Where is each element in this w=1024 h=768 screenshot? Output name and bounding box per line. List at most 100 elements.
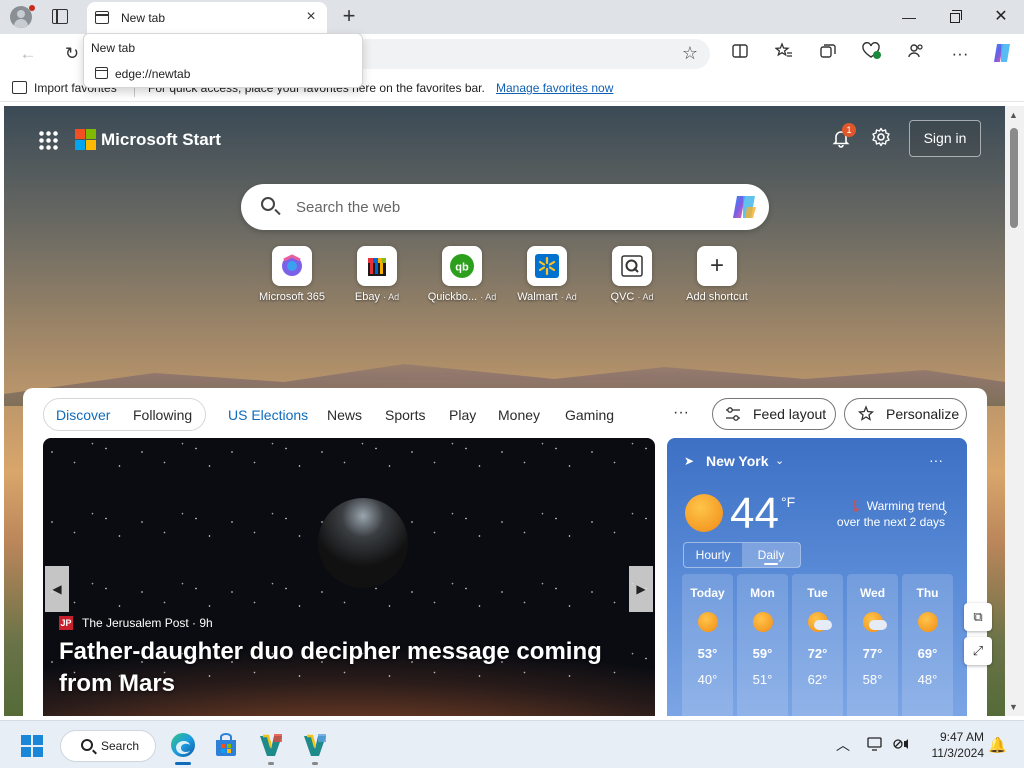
add-shortcut-button[interactable]: + Add shortcut [674, 246, 760, 303]
temperature-unit[interactable]: °F [781, 494, 795, 510]
minimize-button[interactable]: — [886, 0, 932, 34]
forecast-day[interactable]: Wed 77° 58° [847, 574, 898, 716]
shortcut-label: Microsoft 365 [258, 291, 326, 303]
clock-date: 11/3/2024 [931, 746, 985, 760]
collections-icon[interactable] [816, 42, 840, 66]
shortcut-label: QVC [610, 291, 635, 303]
tab-play[interactable]: Play [449, 407, 476, 423]
manage-favorites-link[interactable]: Manage favorites now [496, 81, 613, 95]
refresh-button[interactable]: ↻ [60, 42, 84, 66]
microsoft-365-icon [272, 246, 312, 286]
forecast-day[interactable]: Mon 59° 51° [737, 574, 788, 716]
forecast-day[interactable]: Thu 69° 48° [902, 574, 953, 716]
forecast-day[interactable]: Tue 72° 62° [792, 574, 843, 716]
split-screen-icon[interactable] [728, 42, 752, 66]
hero-article-card[interactable]: ◀ ▶ JP The Jerusalem Post · 9h Father-da… [43, 438, 655, 716]
feedback-icon[interactable]: ⧉ [964, 603, 992, 631]
tab-new-tab[interactable]: New tab × [87, 2, 327, 34]
new-tab-button[interactable]: + [338, 5, 360, 27]
microsoft-store-icon[interactable] [212, 731, 240, 759]
high-temp: 72° [807, 646, 828, 661]
taskbar-search-label: Search [101, 739, 140, 753]
ad-label: · Ad [383, 292, 400, 302]
shortcut-ebay[interactable]: Ebay · Ad [334, 246, 420, 303]
trend-title: Warming trend [866, 499, 945, 513]
daily-tab[interactable]: Daily [742, 543, 800, 567]
scrollbar-thumb[interactable] [1010, 128, 1018, 228]
personalize-button[interactable]: Personalize [844, 398, 967, 430]
tab-close-button[interactable]: × [303, 9, 319, 25]
page-scrollbar[interactable]: ▲ ▼ [1005, 106, 1024, 716]
close-window-button[interactable]: ✕ [978, 0, 1024, 34]
restore-button[interactable] [932, 0, 978, 34]
tab-discover[interactable]: Discover [56, 407, 110, 423]
sliders-icon [725, 399, 741, 440]
sign-in-button[interactable]: Sign in [909, 120, 981, 157]
forecast-day[interactable]: Today 53° 40° [682, 574, 733, 716]
feed-layout-button[interactable]: Feed layout [712, 398, 836, 430]
chevron-right-icon[interactable]: › [943, 504, 947, 519]
notification-bell-icon[interactable]: 🔔 [988, 736, 1007, 754]
carousel-next-button[interactable]: ▶ [629, 566, 653, 612]
back-button[interactable]: ← [16, 42, 40, 66]
tab-news[interactable]: News [327, 407, 362, 423]
tab-money[interactable]: Money [498, 407, 540, 423]
windows-start-icon[interactable] [21, 735, 43, 757]
copilot-icon[interactable] [990, 42, 1014, 66]
search-placeholder: Search the web [296, 199, 401, 216]
browser-essentials-icon[interactable] [860, 42, 884, 66]
weather-card[interactable]: ➤ New York ⌄ ··· 44 °F 🌡 Warming trend o… [667, 438, 967, 716]
shortcut-label: Quickbo... [427, 291, 478, 303]
ad-label: · Ad [637, 292, 654, 302]
extensions-icon[interactable] [904, 42, 928, 66]
weather-trend[interactable]: 🌡 Warming trend over the next 2 days [817, 498, 945, 530]
web-search-box[interactable]: Search the web [241, 184, 769, 230]
shortcut-walmart[interactable]: Walmart · Ad [504, 246, 590, 303]
microsoft-logo-icon [75, 129, 96, 150]
more-categories-button[interactable]: ··· [673, 404, 689, 422]
article-source: The Jerusalem Post · 9h [82, 616, 213, 630]
gear-icon[interactable] [870, 127, 892, 149]
profile-notification-dot [29, 5, 35, 11]
vs-code-icon[interactable] [257, 731, 285, 759]
scroll-down-icon[interactable]: ▼ [1009, 702, 1018, 712]
edge-icon[interactable] [169, 731, 197, 759]
network-volume-icon[interactable] [892, 735, 910, 753]
taskbar-search[interactable]: Search [60, 730, 156, 762]
app-launcher-icon[interactable] [38, 130, 58, 150]
running-app-indicator [312, 762, 318, 765]
expand-icon[interactable]: ⤢ [964, 637, 992, 665]
vs-code-icon[interactable] [301, 731, 329, 759]
high-temp: 69° [917, 646, 938, 661]
scroll-up-icon[interactable]: ▲ [1009, 110, 1018, 120]
shortcut-qvc[interactable]: QVC · Ad [589, 246, 675, 303]
svg-text:qb: qb [455, 262, 469, 274]
tab-us-elections[interactable]: US Elections [228, 407, 308, 423]
chevron-down-icon[interactable]: ⌄ [775, 454, 784, 467]
weather-location[interactable]: New York [706, 453, 769, 469]
chevron-up-icon[interactable]: ︿ [836, 735, 850, 755]
system-clock[interactable]: 9:47 AM 11/3/2024 [918, 729, 985, 761]
hourly-tab[interactable]: Hourly [684, 543, 742, 567]
sunny-icon [917, 612, 938, 632]
shortcut-microsoft-365[interactable]: Microsoft 365 [249, 246, 335, 303]
carousel-prev-button[interactable]: ◀ [45, 566, 69, 612]
day-name: Wed [859, 586, 886, 600]
current-temperature: 44 [730, 489, 779, 538]
article-headline[interactable]: Father-daughter duo decipher message com… [59, 636, 649, 700]
copilot-icon[interactable] [729, 193, 759, 221]
plus-icon: + [697, 246, 737, 286]
sparkle-star-icon [857, 399, 875, 440]
tab-following[interactable]: Following [133, 407, 192, 423]
weather-more-button[interactable]: ··· [929, 452, 943, 468]
shortcut-quickbooks[interactable]: qb Quickbo... · Ad [419, 246, 505, 303]
tab-sports[interactable]: Sports [385, 407, 425, 423]
brand-title[interactable]: Microsoft Start [101, 130, 221, 150]
tab-actions-icon[interactable] [52, 9, 68, 24]
favorites-icon[interactable] [772, 42, 796, 66]
tab-gaming[interactable]: Gaming [565, 407, 614, 423]
display-icon[interactable] [866, 735, 884, 753]
settings-more-icon[interactable]: ··· [948, 42, 972, 66]
partly-cloudy-icon [807, 612, 832, 632]
favorite-star-icon[interactable]: ☆ [682, 43, 698, 64]
